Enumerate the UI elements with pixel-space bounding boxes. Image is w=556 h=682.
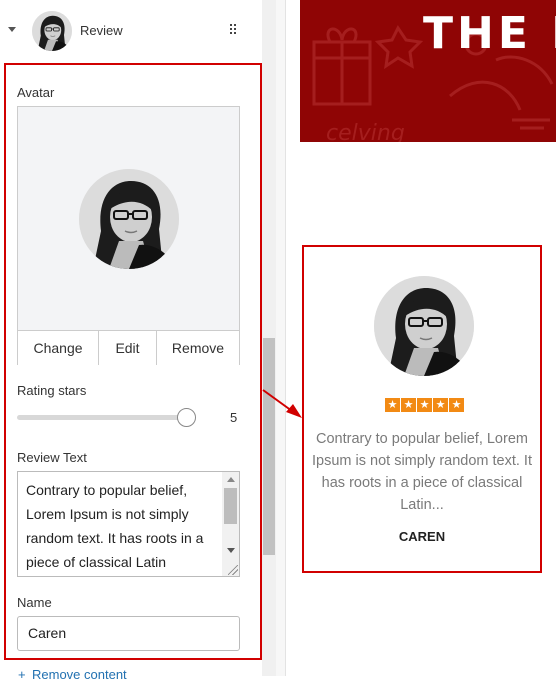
change-avatar-button[interactable]: Change [18,331,99,365]
rating-stars: ★ ★ ★ ★ ★ [385,398,464,412]
name-field[interactable]: Caren [17,616,240,651]
avatar-label: Avatar [17,85,55,100]
remove-content-label: Remove content [32,667,127,682]
rating-value: 5 [230,410,238,425]
reviewer-name: CAREN [398,529,446,544]
rating-stars-label: Rating stars [17,383,87,398]
svg-text:celving: celving [326,121,405,142]
panel-divider [276,0,286,676]
avatar-actions: Change Edit Remove [18,330,239,365]
user-avatar-icon [32,11,72,51]
star-icon: ★ [433,398,448,412]
star-icon: ★ [449,398,464,412]
plus-icon: + [18,667,26,682]
resize-grip-icon[interactable] [228,565,238,575]
drag-handle-icon[interactable] [230,24,238,36]
name-label: Name [17,595,52,610]
hero-banner: celving THE R [300,0,556,142]
review-text-field[interactable]: Contrary to popular belief, Lorem Ipsum … [17,471,240,577]
collapse-caret-icon[interactable] [8,27,16,32]
star-icon: ★ [401,398,416,412]
rating-slider-thumb[interactable] [177,408,196,427]
review-item-title: Review [80,23,123,38]
review-text-label: Review Text [17,450,87,465]
star-icon: ★ [417,398,432,412]
review-item-header[interactable]: Review [0,0,262,62]
review-text-preview: Contrary to popular belief, Lorem Ipsum … [312,431,532,513]
avatar-preview-frame: Change Edit Remove [17,106,240,365]
star-icon: ★ [385,398,400,412]
textarea-scroll-thumb[interactable] [224,488,237,524]
review-card-preview: ★ ★ ★ ★ ★ Contrary to popular belief, Lorem … [302,245,542,573]
scroll-up-icon[interactable] [227,477,235,482]
remove-avatar-button[interactable]: Remove [157,331,239,365]
review-text-value: Contrary to popular belief, Lorem Ipsum … [26,482,204,570]
textarea-scrollbar[interactable] [222,472,239,576]
panel-scroll-thumb[interactable] [263,338,275,555]
remove-content-link[interactable]: + Remove content [18,667,127,682]
scroll-down-icon[interactable] [227,548,235,553]
avatar-image [79,169,179,269]
rating-slider-track[interactable] [17,415,187,420]
panel-scrollbar[interactable] [262,0,276,676]
editor-panel: Review Avatar Change Edit Remove Rating … [0,0,262,682]
edit-avatar-button[interactable]: Edit [99,331,157,365]
banner-title: THE R [423,8,556,59]
reviewer-avatar [374,276,474,376]
